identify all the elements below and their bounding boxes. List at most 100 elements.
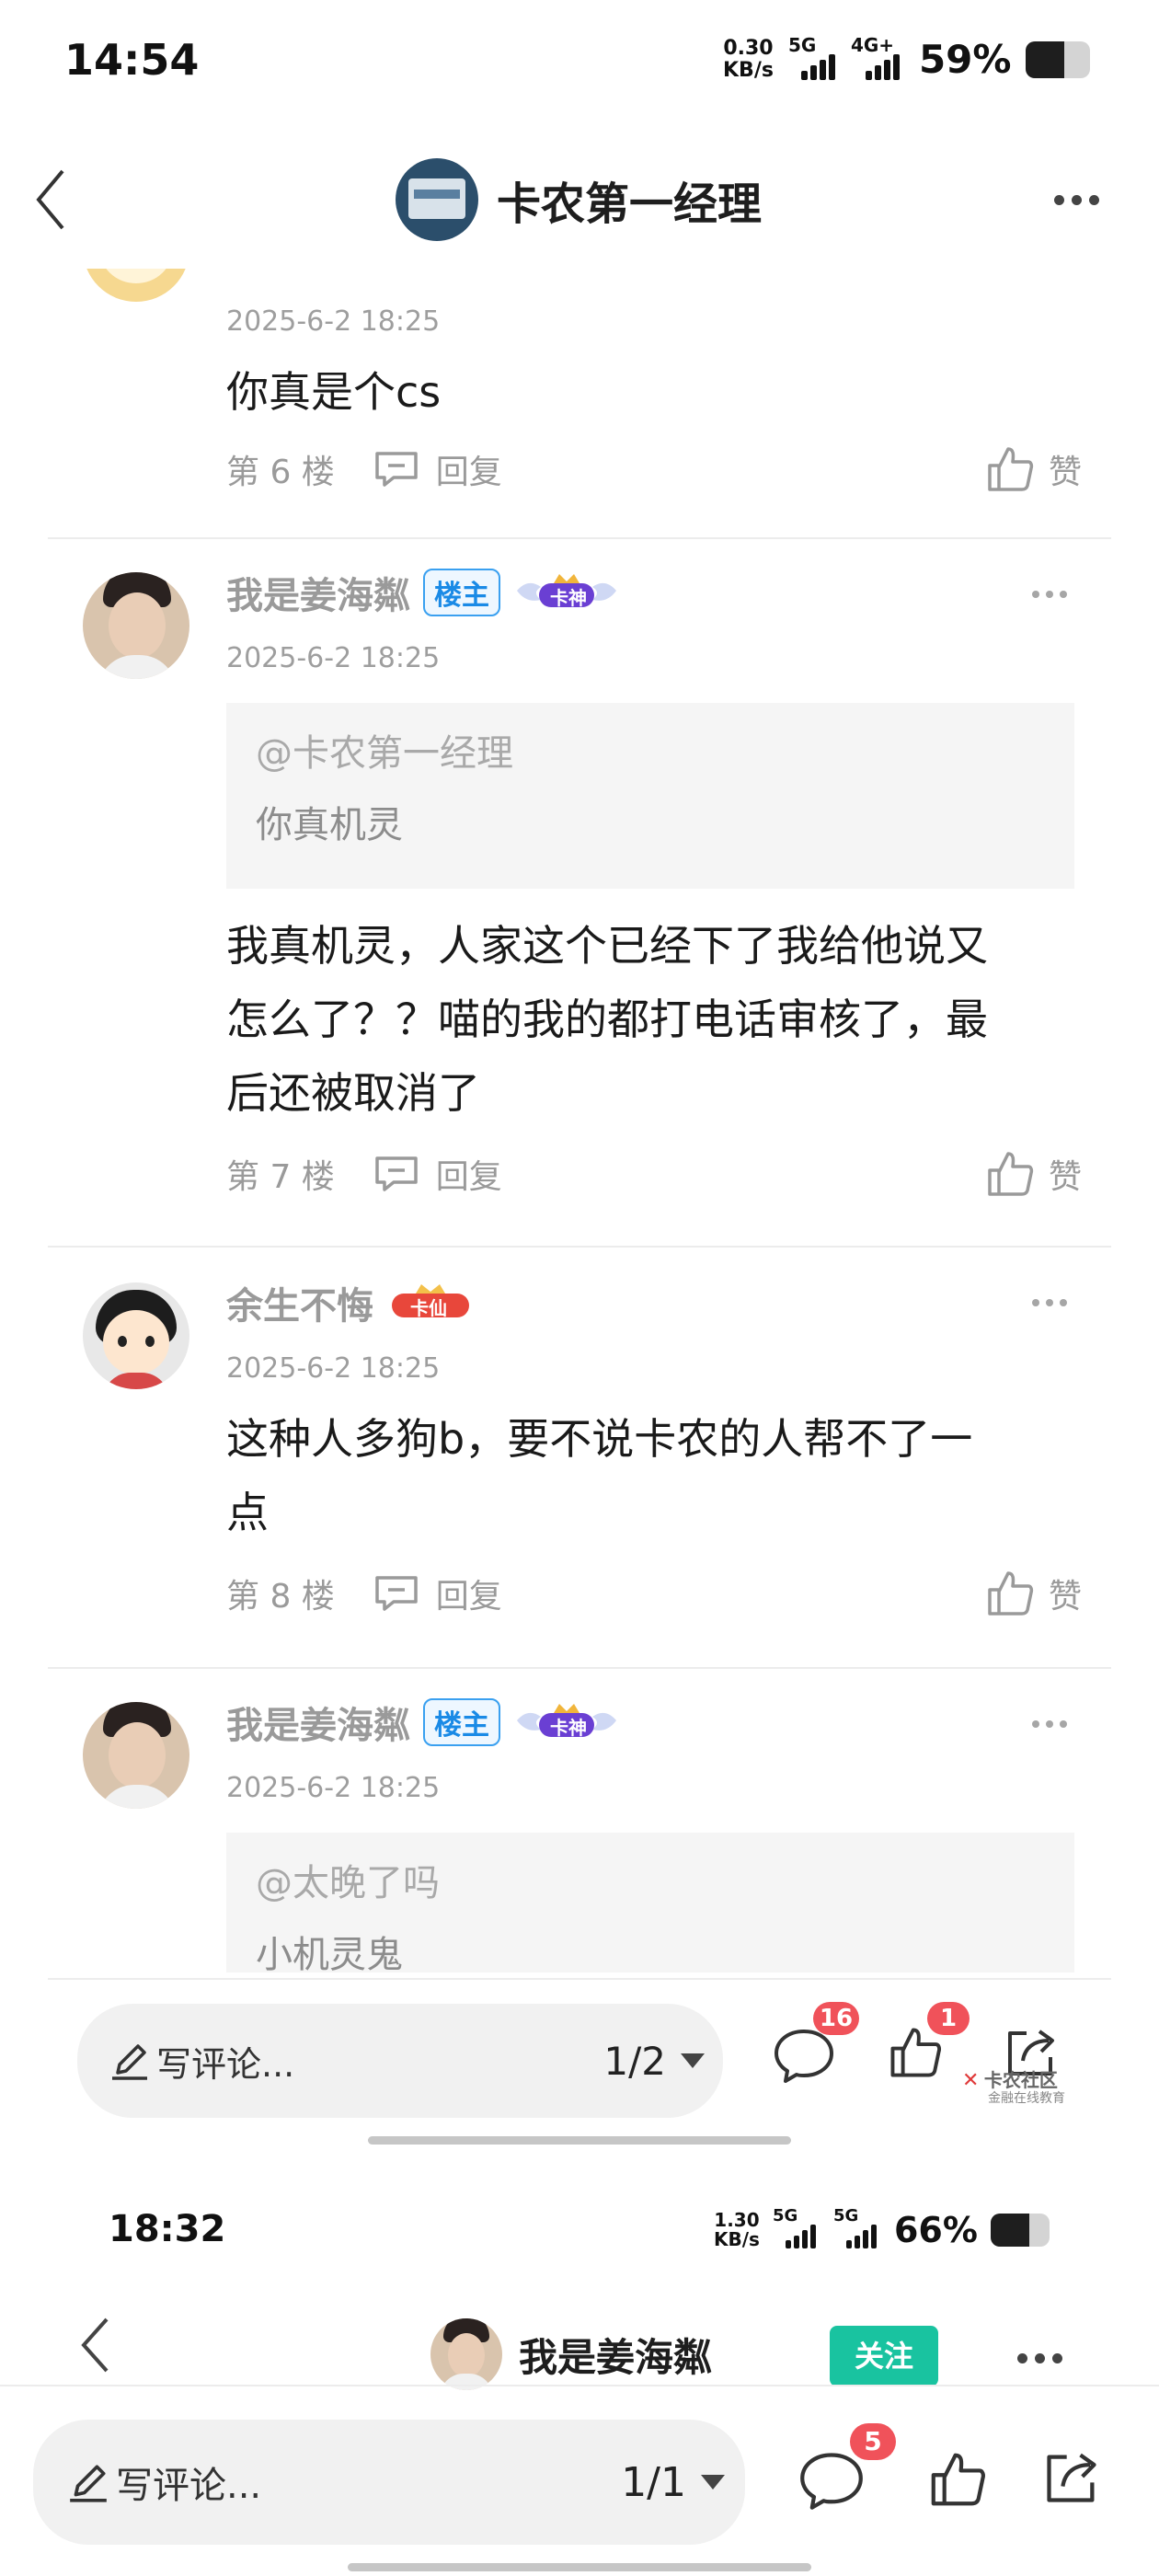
quoted-comment[interactable]: @太晚了吗 小机灵鬼 [226, 1833, 1074, 1972]
comment-time: 2025-6-2 18:25 [226, 1772, 441, 1804]
user-name[interactable]: 余生不悔 [226, 1276, 373, 1329]
comment-list[interactable]: 2025-6-2 18:25 你真是个cs 第 6 楼 回复 赞 我是姜海粼 楼… [0, 269, 1159, 1972]
status-time: 18:32 [109, 2208, 226, 2250]
op-badge: 楼主 [423, 569, 500, 616]
comment-item: 余生不悔 卡仙 2025-6-2 18:25 这种人多狗b，要不说卡农的人帮不了… [48, 1248, 1111, 1669]
like-button[interactable]: 赞 [986, 1570, 1082, 1617]
back-arrow-icon[interactable] [79, 2317, 112, 2374]
avatar[interactable] [83, 1282, 189, 1389]
comment-time: 2025-6-2 18:25 [226, 642, 441, 674]
floor-number: 第 8 楼 [226, 1578, 335, 1616]
comment-time: 2025-6-2 18:25 [226, 305, 441, 338]
reply-label: 回复 [435, 1158, 502, 1196]
like-label: 赞 [1048, 454, 1082, 491]
comments-button[interactable]: 5 [798, 2423, 896, 2515]
comments-button[interactable]: 16 [773, 2002, 859, 2088]
quote-mention: @卡农第一经理 [256, 732, 513, 775]
page-title: 我是姜海粼 [519, 2334, 713, 2380]
follow-button[interactable]: 关注 [830, 2326, 938, 2386]
watermark-title: 卡农社区 [983, 2069, 1058, 2091]
status-time: 14:54 [64, 35, 200, 85]
reply-button[interactable]: 回复 [373, 1150, 502, 1198]
write-comment-label: 写评论... [116, 2465, 262, 2507]
rank-badge-label: 卡仙 [410, 1297, 447, 1319]
status-icons: 0.30 KB/s 5G 4G+ 59% [723, 33, 1091, 82]
rank-badge: 卡仙 [386, 1281, 475, 1325]
reply-icon [375, 452, 418, 487]
back-arrow-icon[interactable] [33, 167, 70, 232]
comment-count-badge: 5 [850, 2423, 896, 2460]
comment-time: 2025-6-2 18:25 [226, 1352, 441, 1385]
like-post-button[interactable] [929, 2451, 986, 2512]
quote-mention: @太晚了吗 [256, 1862, 440, 1904]
comment-more-icon[interactable] [1032, 1299, 1067, 1306]
comment-bar: 写评论... 1/2 16 1 ✕ 卡农社区 金融在线教育 [0, 1978, 1159, 2153]
battery-icon [990, 2214, 1050, 2247]
page-selector[interactable]: 1/2 [603, 2039, 705, 2084]
avatar[interactable] [83, 269, 189, 302]
avatar[interactable] [83, 572, 189, 679]
comment-line: 这种人多狗b，要不说卡农的人帮不了一 [226, 1414, 973, 1464]
like-button[interactable]: 赞 [986, 445, 1082, 493]
rank-badge-label: 卡神 [550, 1717, 587, 1739]
signal-5g-icon: 5G [788, 34, 836, 80]
quoted-comment[interactable]: @卡农第一经理 你真机灵 [226, 703, 1074, 889]
comment-header: 余生不悔 卡仙 [226, 1277, 475, 1328]
battery-percent: 59% [918, 37, 1012, 82]
quote-text: 你真机灵 [256, 804, 403, 846]
profile-avatar[interactable] [396, 158, 478, 241]
write-comment: 写评论... [109, 2036, 294, 2087]
more-options-icon[interactable] [1054, 195, 1099, 205]
comment-line: 点 [226, 1488, 269, 1537]
comment-header: 我是姜海粼 楼主 卡神 [226, 567, 620, 618]
home-indicator[interactable] [368, 2136, 791, 2145]
profile-avatar[interactable] [430, 2318, 502, 2390]
signal-label: 4G+ [850, 33, 895, 56]
comment-line: 后还被取消了 [226, 1068, 480, 1118]
comment-more-icon[interactable] [1032, 1720, 1067, 1728]
comment-item: 2025-6-2 18:25 你真是个cs 第 6 楼 回复 赞 [48, 269, 1111, 539]
write-comment-label: 写评论... [156, 2043, 295, 2085]
more-options-icon[interactable] [1017, 2353, 1062, 2363]
pencil-icon [70, 2465, 107, 2502]
comment-more-icon[interactable] [1032, 591, 1067, 598]
pencil-icon [112, 2044, 147, 2080]
chevron-down-icon [701, 2475, 725, 2490]
signal-5g-icon: 5G [773, 2206, 820, 2248]
reply-icon [375, 1576, 418, 1611]
reply-label: 回复 [435, 1578, 502, 1616]
like-button[interactable]: 赞 [986, 1150, 1082, 1198]
comment-body: 这种人多狗b，要不说卡农的人帮不了一 点 [226, 1402, 1082, 1549]
comment-input[interactable]: 写评论... 1/2 [77, 2004, 723, 2118]
page-selector[interactable]: 1/1 [621, 2459, 725, 2506]
net-speed: 0.30 KB/s [723, 38, 774, 80]
avatar[interactable] [83, 1702, 189, 1809]
status-bar: 14:54 0.30 KB/s 5G 4G+ 59% [0, 0, 1159, 120]
net-speed-unit: KB/s [714, 2228, 760, 2250]
rank-badge: 卡神 [513, 570, 620, 615]
user-name[interactable]: 我是姜海粼 [226, 1696, 410, 1749]
thumbs-up-icon [988, 1571, 1034, 1616]
like-label: 赞 [1048, 1578, 1082, 1616]
like-post-button[interactable]: 1 [889, 2002, 970, 2083]
comment-footer: 第 6 楼 回复 赞 [226, 442, 1082, 497]
user-name[interactable]: 我是姜海粼 [226, 566, 410, 619]
net-speed: 1.30 KB/s [714, 2211, 760, 2249]
write-comment: 写评论... [66, 2455, 261, 2509]
status-bar: 18:32 1.30 KB/s 5G 5G 66% [0, 2171, 1159, 2272]
net-speed-value: 0.30 [723, 37, 774, 61]
comment-input[interactable]: 写评论... 1/1 [33, 2420, 745, 2545]
comment-line: 怎么了？？喵的我的都打电话审核了，最 [226, 995, 988, 1044]
reply-button[interactable]: 回复 [373, 1570, 502, 1617]
share-button[interactable] [1041, 2447, 1102, 2512]
home-indicator[interactable] [348, 2563, 811, 2571]
comment-bubble-icon [800, 2453, 863, 2510]
comment-item: 我是姜海粼 楼主 卡神 2025-6-2 18:25 @卡农第一经理 你真机灵 … [48, 539, 1111, 1248]
reply-button[interactable]: 回复 [373, 445, 502, 493]
floor-number: 第 7 楼 [226, 1158, 335, 1196]
share-icon [1047, 2453, 1096, 2502]
top-nav: 我是姜海粼 关注 [0, 2291, 1159, 2392]
reply-label: 回复 [435, 454, 502, 491]
comment-header: 我是姜海粼 楼主 卡神 [226, 1696, 620, 1748]
floor-number: 第 6 楼 [226, 454, 335, 491]
